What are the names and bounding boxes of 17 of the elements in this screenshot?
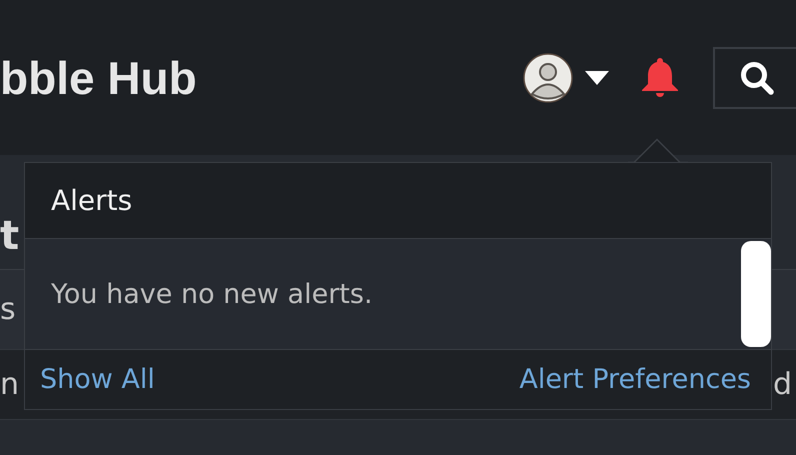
- bell-icon: [641, 56, 679, 98]
- page-heading: t: [0, 213, 20, 259]
- popup-title: Alerts: [51, 184, 132, 217]
- bell-button[interactable]: [641, 56, 679, 98]
- search-icon: [739, 60, 775, 96]
- scrollbar-thumb[interactable]: [741, 241, 771, 347]
- row-text: n: [0, 367, 20, 402]
- popup-link[interactable]: Alert Preferences: [519, 364, 751, 395]
- site-title: bble Hub: [0, 50, 197, 104]
- row-text: s: [0, 292, 16, 327]
- user-menu-button[interactable]: [523, 52, 609, 102]
- popup-link[interactable]: Show All: [40, 364, 155, 395]
- search-button[interactable]: [713, 46, 796, 108]
- row-text: d: [772, 367, 792, 402]
- caret-icon: [585, 70, 609, 84]
- empty-message: You have no new alerts.: [51, 278, 373, 310]
- avatar-icon: [523, 52, 573, 102]
